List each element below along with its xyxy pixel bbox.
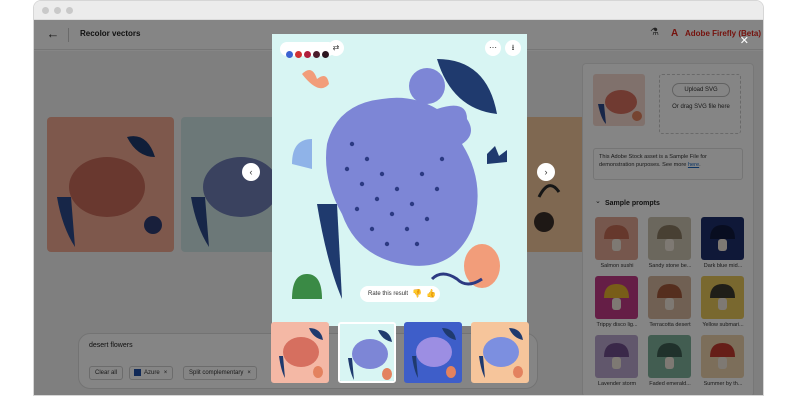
download-icon[interactable]: ⭳: [505, 40, 521, 56]
window-chrome: [34, 1, 763, 20]
rate-label: Rate this result: [368, 291, 409, 297]
recolored-vector-art: [272, 34, 527, 326]
chevron-left-icon[interactable]: ‹: [242, 163, 260, 181]
variation-thumbnail[interactable]: [338, 322, 396, 383]
window-maximize-dot[interactable]: [66, 7, 73, 14]
result-preview: ⇄ ⋯ ⭳ Rate this result 👎 👍: [272, 34, 527, 326]
thumbs-up-icon[interactable]: 👍: [424, 286, 438, 302]
palette-swatch: [286, 51, 293, 58]
pear-shape: [464, 244, 500, 288]
variation-thumbnail[interactable]: [404, 322, 462, 383]
palette-swatch: [313, 51, 320, 58]
variation-thumbnail[interactable]: [271, 322, 329, 383]
window-close-dot[interactable]: [42, 7, 49, 14]
palette-swatch: [304, 51, 311, 58]
palette-swatch: [322, 51, 329, 58]
chevron-right-icon[interactable]: ›: [537, 163, 555, 181]
thumbs-down-icon[interactable]: 👎: [410, 286, 424, 302]
window-minimize-dot[interactable]: [54, 7, 61, 14]
screen: ← Recolor vectors ⚗ A Adobe Firefly (Bet…: [0, 0, 800, 400]
close-icon[interactable]: ✕: [740, 34, 749, 47]
more-options-icon[interactable]: ⋯: [485, 40, 501, 56]
color-palette[interactable]: [280, 42, 335, 58]
cat-head: [409, 68, 445, 104]
variation-thumbnail[interactable]: [471, 322, 529, 383]
palette-swatch: [295, 51, 302, 58]
modal-overlay[interactable]: ✕ ‹ › ⇄ ⋯ ⭳ Rate this result 👎 👍: [34, 20, 763, 395]
shuffle-icon[interactable]: ⇄: [328, 40, 344, 56]
browser-window: ← Recolor vectors ⚗ A Adobe Firefly (Bet…: [33, 0, 764, 396]
